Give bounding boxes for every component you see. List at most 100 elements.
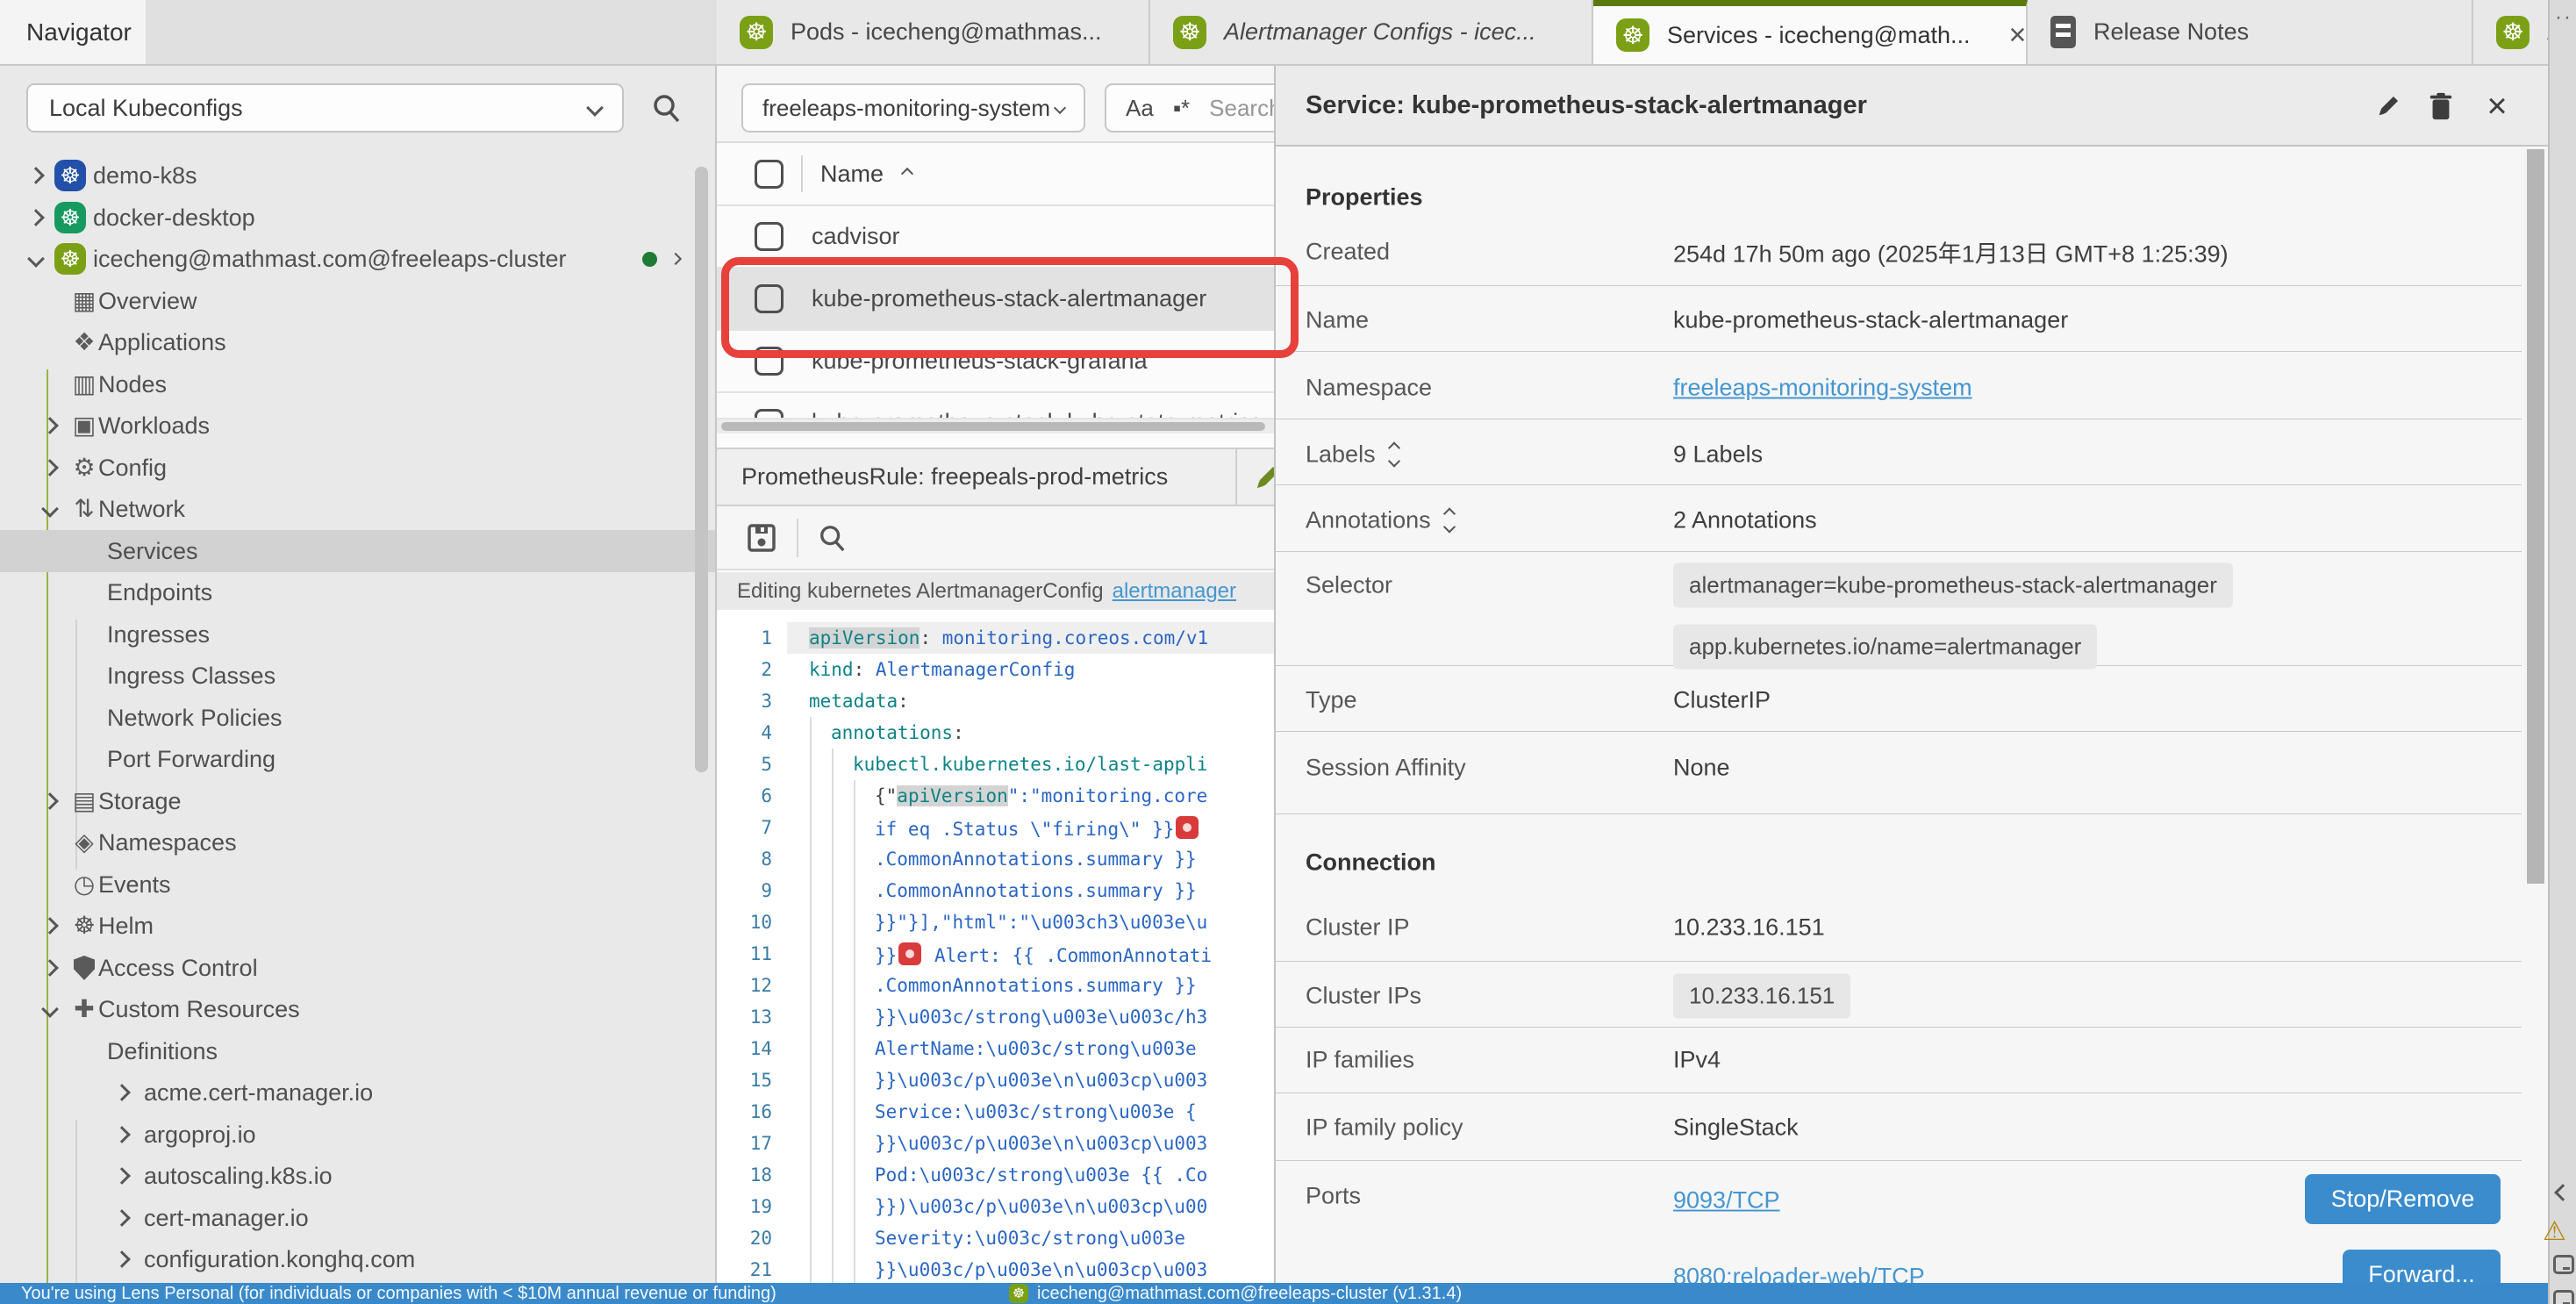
indent-guide xyxy=(854,1222,855,1254)
sidebar-item-ingresses[interactable]: Ingresses xyxy=(0,613,715,656)
port-action-button-forward-[interactable]: Forward... xyxy=(2343,1250,2501,1283)
edit-pencil-icon[interactable] xyxy=(1249,462,1274,497)
sort-toggle-icon[interactable] xyxy=(1390,444,1399,466)
sidebar-item-cert-manager-io[interactable]: cert-manager.io xyxy=(0,1197,715,1239)
port-link[interactable]: 9093/TCP xyxy=(1673,1187,1780,1214)
sort-toggle-icon[interactable] xyxy=(1445,510,1454,532)
property-value-ip-families: IPv4 xyxy=(1673,1047,1721,1074)
value-chip: alertmanager=kube-prometheus-stack-alert… xyxy=(1673,563,2233,608)
close-icon[interactable]: × xyxy=(2009,20,2027,50)
sidebar-item-ingress-classes[interactable]: Ingress Classes xyxy=(0,655,715,697)
table-row-cadvisor[interactable]: cadvisor xyxy=(717,206,1274,269)
editor-search-icon[interactable] xyxy=(818,523,848,553)
property-value-type: ClusterIP xyxy=(1673,687,1771,714)
panel-dock-icon[interactable] xyxy=(2553,1255,2574,1274)
chevron-right-icon[interactable] xyxy=(113,1250,131,1268)
tab-services-icecheng-math-[interactable]: ☸Services - icecheng@math...× xyxy=(1593,0,2028,64)
chevron-right-icon[interactable] xyxy=(41,959,59,977)
indent-guide xyxy=(810,717,812,749)
chevron-right-icon[interactable] xyxy=(113,1084,131,1101)
chevron-right-icon[interactable] xyxy=(669,253,682,265)
table-search-input[interactable]: Aa ▪* Search xyxy=(1105,83,1274,133)
chevron-right-icon[interactable] xyxy=(41,417,59,434)
select-all-checkbox[interactable] xyxy=(755,160,784,189)
chevron-down-icon[interactable] xyxy=(41,500,59,518)
editor-line-1: 1apiVersion: monitoring.coreos.com/v1 xyxy=(717,622,1274,654)
chevron-right-icon[interactable] xyxy=(41,917,59,935)
sidebar-item-configuration-konghq-com[interactable]: configuration.konghq.com xyxy=(0,1238,715,1280)
sidebar-item-acme-cert-manager-io[interactable]: acme.cert-manager.io xyxy=(0,1071,715,1114)
sidebar-item-autoscaling-k8s-io[interactable]: autoscaling.k8s.io xyxy=(0,1155,715,1197)
chevron-right-icon[interactable] xyxy=(113,1126,131,1143)
sidebar-item-icecheng-mathmast-com-freeleaps-cluster[interactable]: ☸icecheng@mathmast.com@freeleaps-cluster xyxy=(0,238,715,280)
panel-dock-icon[interactable] xyxy=(2553,1290,2574,1304)
panel-scrollbar[interactable] xyxy=(2527,149,2544,884)
sidebar-item-docker-desktop[interactable]: ☸docker-desktop xyxy=(0,197,715,239)
editing-resource-link[interactable]: alertmanager xyxy=(1113,579,1236,604)
line-number: 8 xyxy=(717,849,772,870)
close-icon[interactable]: × xyxy=(2479,89,2515,124)
chevron-right-icon[interactable] xyxy=(41,792,59,810)
warning-triangle-icon[interactable]: ⚠ xyxy=(2543,1216,2566,1247)
chevron-right-icon[interactable] xyxy=(41,459,59,476)
sidebar-item-workloads[interactable]: ▣Workloads xyxy=(0,405,715,447)
active-cluster-status[interactable]: ☸ icecheng@mathmast.com@freeleaps-cluste… xyxy=(1009,1284,1462,1304)
editor-line-5: 5kubectl.kubernetes.io/last-appli xyxy=(717,749,1274,780)
horizontal-scrollbar[interactable] xyxy=(717,419,1274,433)
sidebar-scrollbar[interactable] xyxy=(695,167,708,772)
sidebar-item-services[interactable]: Services xyxy=(0,530,715,572)
sidebar-search-button[interactable] xyxy=(651,92,683,124)
sidebar-item-overview[interactable]: ▦Overview xyxy=(0,280,715,322)
tab-alertmanager-configs-ice[interactable]: ☸Alertmanager Configs - icec... xyxy=(1150,0,1593,64)
port-action-button-stop-remove[interactable]: Stop/Remove xyxy=(2305,1174,2501,1224)
sidebar-item-applications[interactable]: ❖Applications xyxy=(0,321,715,363)
chevron-right-icon[interactable] xyxy=(27,209,45,226)
yaml-editor[interactable]: 1apiVersion: monitoring.coreos.com/v12ki… xyxy=(717,610,1274,1283)
row-checkbox[interactable] xyxy=(755,347,784,376)
row-checkbox[interactable] xyxy=(755,409,784,419)
sidebar-item-argoproj-io[interactable]: argoproj.io xyxy=(0,1114,715,1156)
tab-release-notes[interactable]: Release Notes xyxy=(2028,0,2473,64)
sidebar-item-nodes[interactable]: ▥Nodes xyxy=(0,363,715,405)
chevron-down-icon[interactable] xyxy=(41,1000,59,1018)
sidebar-item-demo-k8s[interactable]: ☸demo-k8s xyxy=(0,154,715,197)
sidebar-item-storage[interactable]: ▤Storage xyxy=(0,780,715,822)
sort-ascending-icon[interactable] xyxy=(901,168,913,180)
sidebar-item-access-control[interactable]: Access Control xyxy=(0,947,715,989)
save-icon[interactable] xyxy=(746,522,777,554)
chevron-right-icon[interactable] xyxy=(113,1167,131,1185)
tab-pods-icecheng-mathmas-[interactable]: ☸Pods - icecheng@mathmas... xyxy=(717,0,1150,64)
port-link[interactable]: 8080:reloader-web/TCP xyxy=(1673,1264,1925,1284)
prometheusrule-dock-tab[interactable]: PrometheusRule: freepeals-prod-metrics xyxy=(717,448,1274,506)
trash-icon[interactable] xyxy=(2423,89,2458,124)
editor-line-11: 11}} Alert: {{ .CommonAnnotati xyxy=(717,938,1274,970)
sidebar-item-definitions[interactable]: Definitions xyxy=(0,1030,715,1072)
collapse-chevron-left-icon[interactable] xyxy=(2554,1184,2572,1201)
sidebar-item-config[interactable]: ⚙Config xyxy=(0,447,715,489)
sidebar-item-port-forwarding[interactable]: Port Forwarding xyxy=(0,738,715,780)
edit-pencil-icon[interactable] xyxy=(2371,89,2406,124)
sidebar-item-events[interactable]: ◷Events xyxy=(0,863,715,906)
sidebar-item-endpoints[interactable]: Endpoints xyxy=(0,571,715,613)
chevron-down-icon[interactable] xyxy=(27,250,45,268)
table-row-kube-prometheus-stack-kube-state-metrics[interactable]: kube-prometheus-stack-kube-state-metrics xyxy=(717,393,1274,419)
sidebar-item-custom-resources[interactable]: ✚Custom Resources xyxy=(0,988,715,1030)
chevron-right-icon[interactable] xyxy=(27,167,45,184)
sidebar-item-label: Access Control xyxy=(98,955,258,982)
sidebar-item-namespaces[interactable]: ◈Namespaces xyxy=(0,821,715,863)
kubeconfig-select[interactable]: Local Kubeconfigs xyxy=(26,83,624,133)
table-row-kube-prometheus-stack-alertmanager[interactable]: kube-prometheus-stack-alertmanager xyxy=(717,269,1274,331)
match-case-icon[interactable]: Aa xyxy=(1126,95,1154,122)
license-notice[interactable]: You're using Lens Personal (for individu… xyxy=(21,1284,776,1304)
sidebar-item-network[interactable]: ⇅Network xyxy=(0,488,715,530)
column-header-name[interactable]: Name xyxy=(820,161,884,188)
row-checkbox[interactable] xyxy=(755,284,784,313)
chevron-right-icon[interactable] xyxy=(113,1209,131,1227)
table-row-kube-prometheus-stack-grafana[interactable]: kube-prometheus-stack-grafana xyxy=(717,331,1274,393)
sidebar-item-helm[interactable]: ☸Helm xyxy=(0,905,715,947)
regex-icon[interactable]: ▪* xyxy=(1173,95,1190,122)
property-value-namespace[interactable]: freeleaps-monitoring-system xyxy=(1673,375,1972,402)
row-checkbox[interactable] xyxy=(755,222,784,251)
namespace-select[interactable]: freeleaps-monitoring-system xyxy=(741,83,1085,133)
sidebar-item-network-policies[interactable]: Network Policies xyxy=(0,697,715,739)
